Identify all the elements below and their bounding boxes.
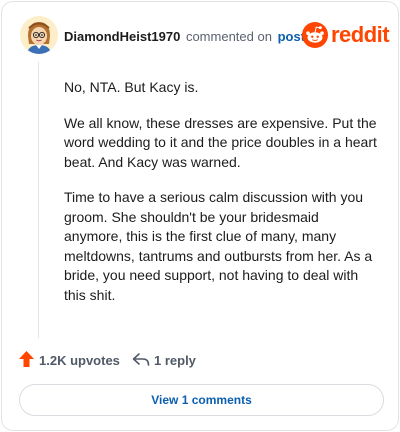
thread-line (38, 62, 39, 338)
post-link[interactable]: post (278, 29, 305, 44)
comment-paragraph: No, NTA. But Kacy is. (64, 79, 199, 95)
comment-actions: 1.2K upvotes 1 reply (18, 350, 258, 370)
view-comments-button[interactable]: View 1 comments (19, 384, 384, 416)
comment-paragraph: We all know, these dresses are expensive… (64, 114, 377, 170)
commented-on-text: commented on (185, 29, 272, 44)
reply-count[interactable]: 1 reply (154, 353, 196, 368)
comment-body: No, NTA. But Kacy is. We all know, these… (64, 78, 380, 321)
upvote-count: 1.2K upvotes (39, 353, 120, 368)
cartoon-avatar-icon[interactable] (20, 16, 58, 54)
reddit-logo[interactable]: reddit (302, 22, 390, 50)
comment-byline: DiamondHeist1970 commented on post (64, 29, 305, 44)
comment-header: DiamondHeist1970 commented on post reddi… (20, 16, 390, 56)
reddit-alien-icon (302, 22, 328, 48)
comment-card: DiamondHeist1970 commented on post reddi… (1, 1, 399, 431)
reddit-wordmark: reddit (331, 22, 390, 47)
comment-paragraph: Time to have a serious calm discussion w… (64, 189, 373, 303)
username-link[interactable]: DiamondHeist1970 (64, 29, 180, 44)
upvote-arrow-icon[interactable] (18, 350, 35, 368)
reply-arrow-icon[interactable] (132, 352, 150, 368)
